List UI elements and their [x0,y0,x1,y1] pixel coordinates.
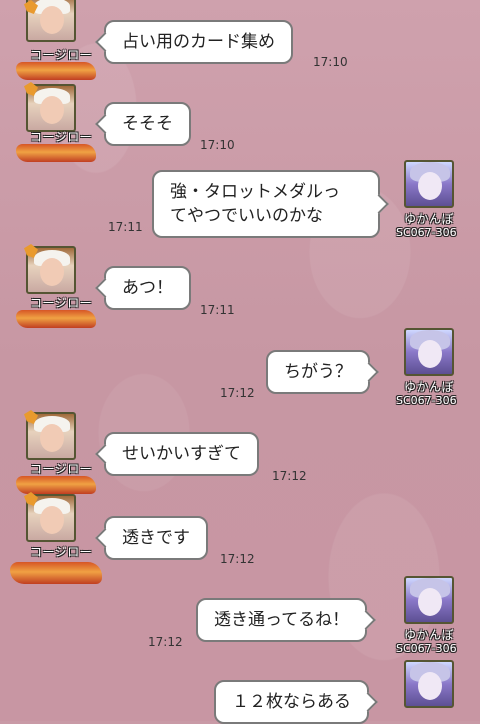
sender-name: コージロー [30,545,93,559]
name-plate [10,562,102,584]
sender-code: SC067-306 [396,394,457,407]
message-bubble[interactable]: 透きです [104,516,208,560]
message-time: 17:11 [200,303,235,317]
sender-name: コージロー [30,48,93,62]
yuka-avatar[interactable] [404,660,454,708]
message-line: 強・タロットメダルっ [170,182,340,202]
message-bubble[interactable]: あつ！ [104,266,191,310]
message-time: 17:12 [148,635,183,649]
sender-name: コージロー [30,130,93,144]
sender-name: コージロー [30,296,93,310]
message-time: 17:10 [200,138,235,152]
message-time: 17:12 [272,469,307,483]
message-bubble[interactable]: 透き通ってるね！ [196,598,368,642]
sender-code: SC067-306 [396,642,457,655]
sender-name: ゆかんぼ [404,628,455,642]
message-time: 17:11 [108,220,143,234]
sender-name: ゆかんぼ [404,380,455,394]
message-bubble[interactable]: 占い用のカード集め [104,20,293,64]
yuka-avatar[interactable] [404,576,454,624]
message-time: 17:12 [220,552,255,566]
sender-name: ゆかんぼ [404,212,455,226]
sender-code: SC067-306 [396,226,457,239]
message-bubble[interactable]: そそそ [104,102,191,146]
name-plate [16,144,96,162]
message-bubble[interactable]: ちがう？ [266,350,370,394]
yuka-avatar[interactable] [404,160,454,208]
name-plate [16,476,96,494]
name-plate [16,62,96,80]
sender-name: コージロー [30,462,93,476]
message-bubble[interactable]: 強・タロットメダルっ てやつでいいのかな [152,170,380,238]
message-line: てやつでいいのかな [170,206,323,226]
message-time: 17:12 [220,386,255,400]
name-plate [16,310,96,328]
message-time: 17:10 [313,55,348,69]
message-bubble[interactable]: せいかいすぎて [104,432,259,476]
yuka-avatar[interactable] [404,328,454,376]
message-bubble[interactable]: １２枚ならある [214,680,369,724]
